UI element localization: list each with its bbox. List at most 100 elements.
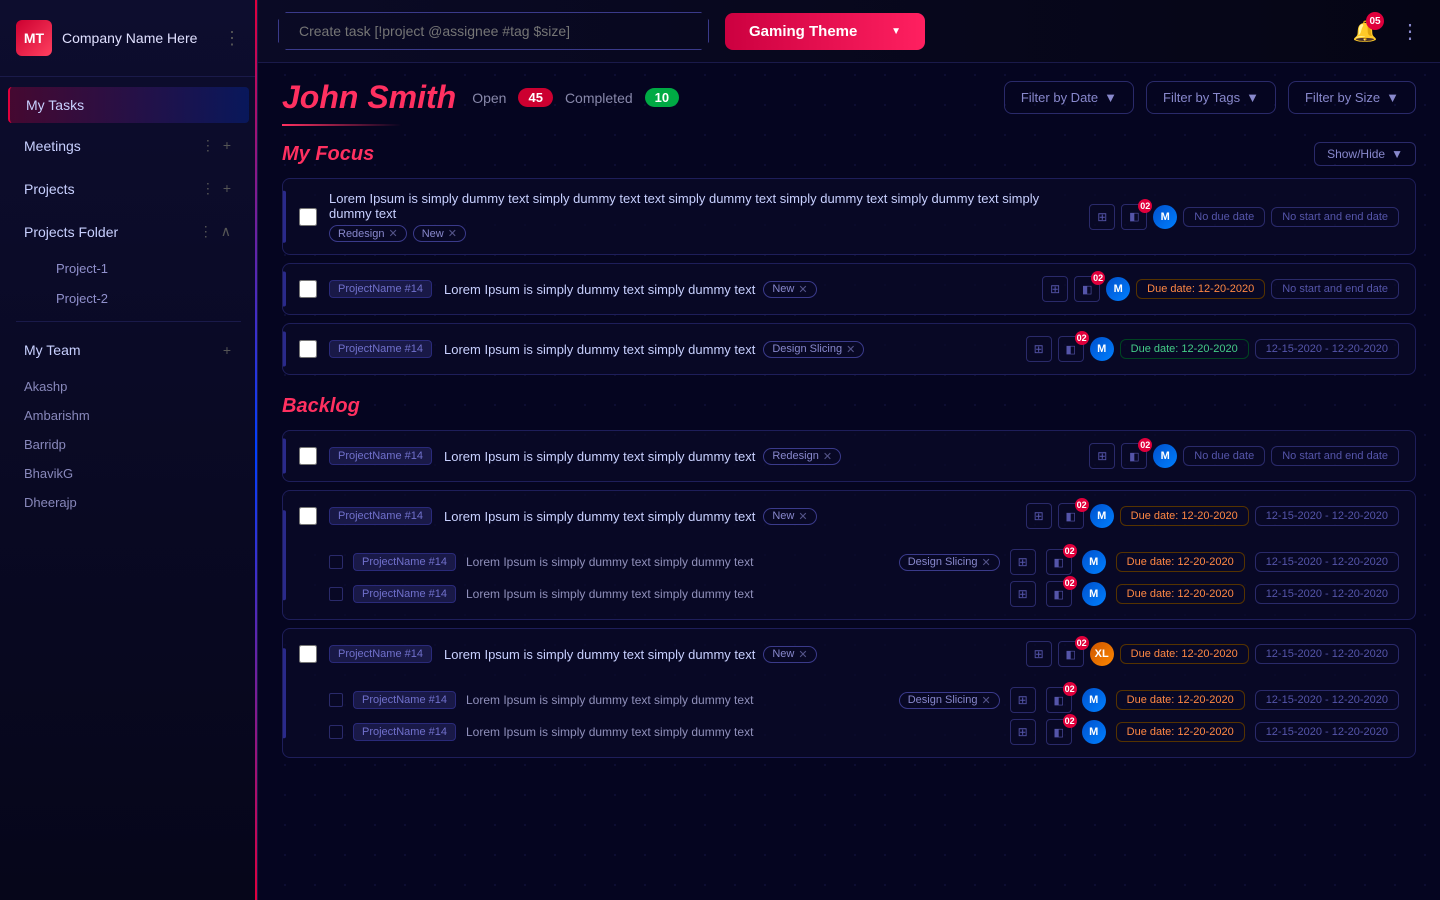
team-member-akashp[interactable]: Akashp — [0, 372, 257, 401]
sidebar-item-project-2[interactable]: Project-2 — [40, 284, 249, 313]
task-expand-button[interactable]: ⊞ — [1026, 503, 1052, 529]
projects-add-icon[interactable]: + — [221, 178, 233, 199]
task-expand-button[interactable]: ⊞ — [1042, 276, 1068, 302]
sidebar-item-meetings[interactable]: Meetings ⋮ + — [8, 125, 249, 166]
sidebar-item-my-team[interactable]: My Team + — [8, 330, 249, 370]
tag-label: New — [772, 648, 794, 660]
meetings-more-icon[interactable]: ⋮ — [199, 135, 217, 156]
gaming-theme-button[interactable]: Gaming Theme — [725, 13, 925, 50]
task-expand-button[interactable]: ⊞ — [1010, 687, 1036, 713]
task-subtask-button[interactable]: ◧ 02 — [1074, 276, 1100, 302]
subtask-icon: ◧ — [1065, 343, 1075, 356]
assignee-badge[interactable]: M — [1082, 550, 1106, 574]
topbar-menu-icon[interactable]: ⋮ — [1400, 19, 1420, 44]
my-team-add-icon[interactable]: + — [221, 340, 233, 360]
team-member-ambarishm[interactable]: Ambarishm — [0, 401, 257, 430]
assignee-badge[interactable]: M — [1090, 504, 1114, 528]
meetings-add-icon[interactable]: + — [221, 135, 233, 156]
date-range-badge: 12-15-2020 - 12-20-2020 — [1255, 722, 1399, 742]
due-date-badge: Due date: 12-20-2020 — [1116, 584, 1245, 604]
team-member-barridp[interactable]: Barridp — [0, 430, 257, 459]
task-checkbox-mf1[interactable] — [299, 208, 317, 226]
completed-label: Completed — [565, 90, 633, 106]
task-project-tag: ProjectName #14 — [329, 447, 432, 465]
task-expand-button[interactable]: ⊞ — [1010, 719, 1036, 745]
task-subtask-button[interactable]: ◧ 02 — [1058, 503, 1084, 529]
assignee-badge[interactable]: M — [1153, 205, 1177, 229]
task-project-tag: ProjectName #14 — [329, 280, 432, 298]
tag-remove-icon[interactable]: ✕ — [798, 510, 807, 523]
content-area: My Focus Show/Hide ▼ Lorem Ipsum is simp… — [258, 126, 1440, 900]
sub-task-row: ProjectName #14 Lorem Ipsum is simply du… — [329, 687, 1399, 713]
tag-remove-icon[interactable]: ✕ — [981, 556, 990, 569]
tag-remove-icon[interactable]: ✕ — [448, 227, 457, 240]
sidebar-item-projects-folder[interactable]: Projects Folder ⋮ ∧ — [8, 211, 249, 252]
sidebar-item-project-1[interactable]: Project-1 — [40, 254, 249, 283]
sub-task-checkbox[interactable] — [329, 693, 343, 707]
task-checkbox-bl3[interactable] — [299, 645, 317, 663]
sidebar-label-projects-folder: Projects Folder — [24, 224, 197, 240]
task-subtask-button[interactable]: ◧02 — [1046, 581, 1072, 607]
team-member-dheerajp[interactable]: Dheerajp — [0, 488, 257, 517]
task-row: ProjectName #14 Lorem Ipsum is simply du… — [282, 323, 1416, 375]
task-subtask-button[interactable]: ◧ 02 — [1058, 336, 1084, 362]
task-expand-button[interactable]: ⊞ — [1089, 443, 1115, 469]
completed-count-badge[interactable]: 10 — [645, 88, 679, 107]
show-hide-button[interactable]: Show/Hide ▼ — [1314, 142, 1416, 166]
team-member-bhavikg[interactable]: BhavikG — [0, 459, 257, 488]
projects-folder-more-icon[interactable]: ⋮ — [197, 221, 215, 242]
task-subtask-button[interactable]: ◧ 02 — [1058, 641, 1084, 667]
task-expand-button[interactable]: ⊞ — [1010, 549, 1036, 575]
task-project-tag: ProjectName #14 — [353, 723, 456, 741]
task-checkbox-mf2[interactable] — [299, 280, 317, 298]
assignee-badge[interactable]: M — [1082, 688, 1106, 712]
subtask-count: 02 — [1138, 438, 1152, 452]
filter-group: Filter by Date ▼ Filter by Tags ▼ Filter… — [1004, 81, 1416, 114]
sidebar-item-projects[interactable]: Projects ⋮ + — [8, 168, 249, 209]
task-expand-button[interactable]: ⊞ — [1089, 204, 1115, 230]
task-subtask-button[interactable]: ◧02 — [1046, 549, 1072, 575]
task-actions-bl3: ⊞ ◧ 02 XL Due date: 12-20-2020 12-15-202… — [1026, 641, 1399, 667]
tag-remove-icon[interactable]: ✕ — [798, 648, 807, 661]
due-date-badge: Due date: 12-20-2020 — [1120, 506, 1249, 526]
projects-folder-collapse-icon[interactable]: ∧ — [219, 221, 233, 242]
task-subtask-button[interactable]: ◧02 — [1046, 687, 1072, 713]
assignee-badge[interactable]: M — [1106, 277, 1130, 301]
projects-more-icon[interactable]: ⋮ — [199, 178, 217, 199]
notification-button[interactable]: 🔔 05 — [1346, 12, 1384, 50]
filter-tags-button[interactable]: Filter by Tags ▼ — [1146, 81, 1276, 114]
sub-task-checkbox[interactable] — [329, 587, 343, 601]
assignee-badge[interactable]: M — [1090, 337, 1114, 361]
tag-remove-icon[interactable]: ✕ — [388, 227, 397, 240]
filter-date-button[interactable]: Filter by Date ▼ — [1004, 81, 1134, 114]
sub-task-checkbox[interactable] — [329, 725, 343, 739]
task-subtask-button[interactable]: ◧ 02 — [1121, 204, 1147, 230]
assignee-badge[interactable]: M — [1153, 444, 1177, 468]
task-tag: Design Slicing✕ — [899, 554, 1000, 571]
open-count-badge[interactable]: 45 — [518, 88, 552, 107]
task-checkbox-mf3[interactable] — [299, 340, 317, 358]
assignee-badge[interactable]: M — [1082, 720, 1106, 744]
date-range-badge: No start and end date — [1271, 207, 1399, 227]
filter-size-button[interactable]: Filter by Size ▼ — [1288, 81, 1416, 114]
task-checkbox-bl2[interactable] — [299, 507, 317, 525]
status-group: Open 45 Completed 10 — [472, 88, 679, 107]
company-name: Company Name Here — [62, 30, 213, 46]
task-subtask-button[interactable]: ◧02 — [1046, 719, 1072, 745]
sidebar-menu-icon[interactable]: ⋮ — [223, 28, 241, 49]
sidebar-item-my-tasks[interactable]: My Tasks — [8, 87, 249, 123]
tag-remove-icon[interactable]: ✕ — [798, 283, 807, 296]
tag-remove-icon[interactable]: ✕ — [981, 694, 990, 707]
tag-remove-icon[interactable]: ✕ — [846, 343, 855, 356]
task-subtask-button[interactable]: ◧ 02 — [1121, 443, 1147, 469]
sub-task-checkbox[interactable] — [329, 555, 343, 569]
page-title: John Smith — [282, 79, 456, 116]
task-expand-button[interactable]: ⊞ — [1010, 581, 1036, 607]
create-task-input[interactable] — [278, 12, 709, 50]
assignee-badge-xl[interactable]: XL — [1090, 642, 1114, 666]
tag-remove-icon[interactable]: ✕ — [823, 450, 832, 463]
task-expand-button[interactable]: ⊞ — [1026, 336, 1052, 362]
task-checkbox-bl1[interactable] — [299, 447, 317, 465]
assignee-badge[interactable]: M — [1082, 582, 1106, 606]
task-expand-button[interactable]: ⊞ — [1026, 641, 1052, 667]
